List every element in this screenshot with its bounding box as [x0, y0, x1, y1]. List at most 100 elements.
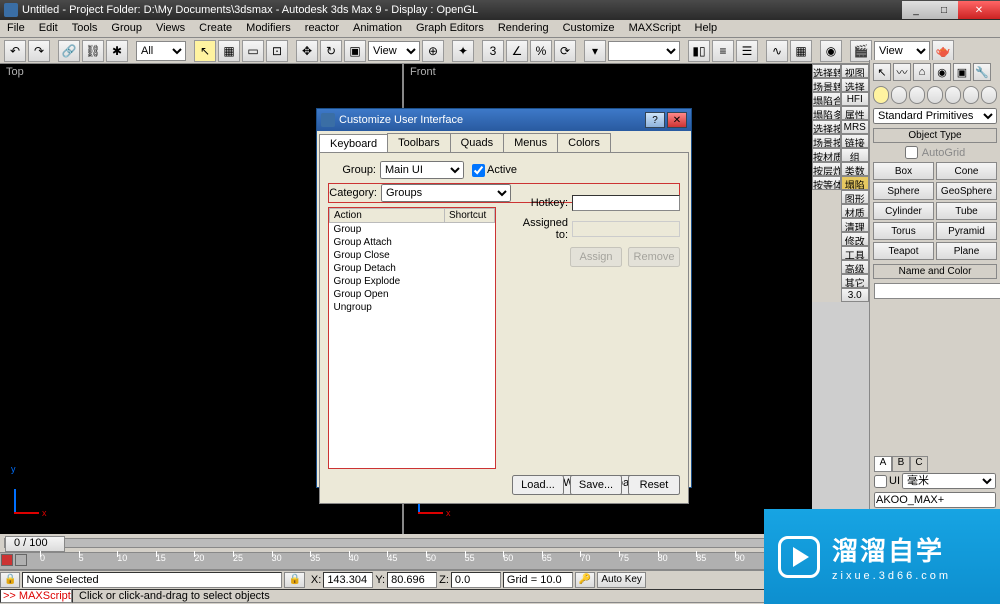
systems-icon[interactable] — [981, 86, 997, 104]
col-action[interactable]: Action — [330, 209, 445, 223]
cn-btn[interactable]: 类数 — [841, 162, 870, 176]
menu-edit[interactable]: Edit — [32, 20, 65, 37]
cn-btn[interactable]: 材质 — [841, 204, 870, 218]
menu-modifiers[interactable]: Modifiers — [239, 20, 298, 37]
list-item[interactable]: Group Open — [330, 288, 445, 301]
material-editor-icon[interactable]: ◉ — [820, 40, 842, 62]
snap-icon[interactable]: 3 — [482, 40, 504, 62]
shapes-icon[interactable] — [891, 86, 907, 104]
link-icon[interactable]: 🔗 — [58, 40, 80, 62]
undo-icon[interactable]: ↶ — [4, 40, 26, 62]
menu-create[interactable]: Create — [192, 20, 239, 37]
cn-btn[interactable]: HFI — [841, 92, 870, 106]
time-slider[interactable]: 0 / 100 — [0, 534, 812, 552]
cn-btn[interactable]: 属性 — [841, 106, 870, 120]
menu-group[interactable]: Group — [104, 20, 149, 37]
cn-btn[interactable]: 塌陷多维 — [812, 106, 841, 120]
geometry-icon[interactable] — [873, 86, 889, 104]
spinner-snap-icon[interactable]: ⟳ — [554, 40, 576, 62]
menu-help[interactable]: Help — [688, 20, 725, 37]
menu-maxscript[interactable]: MAXScript — [622, 20, 688, 37]
cn-btn[interactable]: 清理 — [841, 218, 870, 232]
tab-a[interactable]: A — [874, 456, 892, 472]
hierarchy-tab-icon[interactable]: ⌂ — [913, 63, 931, 81]
ui-checkbox[interactable] — [874, 475, 887, 488]
rollout-name-color[interactable]: Name and Color — [873, 264, 997, 279]
group-select[interactable]: Main UI — [380, 161, 464, 179]
rollout-object-type[interactable]: Object Type — [873, 128, 997, 143]
z-value[interactable]: 0.0 — [451, 572, 501, 588]
cn-btn[interactable]: 视图 — [841, 64, 870, 78]
type-torus[interactable]: Torus — [873, 222, 934, 240]
motion-tab-icon[interactable]: ◉ — [933, 63, 951, 81]
quick-render-icon[interactable]: 🫖 — [932, 40, 954, 62]
type-geosphere[interactable]: GeoSphere — [936, 182, 997, 200]
align-icon[interactable]: ≡ — [712, 40, 734, 62]
menu-customize[interactable]: Customize — [556, 20, 622, 37]
cn-btn[interactable]: 场景按组 — [812, 134, 841, 148]
display-tab-icon[interactable]: ▣ — [953, 63, 971, 81]
key-mode-icon[interactable]: 🔑 — [575, 572, 595, 588]
render-scene-icon[interactable]: 🎬 — [850, 40, 872, 62]
cameras-icon[interactable] — [927, 86, 943, 104]
cn-btn[interactable]: 塌陷合并 — [812, 92, 841, 106]
category-select[interactable]: Groups — [381, 184, 511, 202]
list-item[interactable]: Group Close — [330, 249, 445, 262]
reset-button[interactable]: Reset — [628, 475, 680, 495]
cn-btn[interactable]: 选择按材 — [812, 120, 841, 134]
menu-views[interactable]: Views — [149, 20, 192, 37]
create-tab-icon[interactable]: ↖ — [873, 63, 891, 81]
cn-btn[interactable]: 选择 — [841, 78, 870, 92]
layers-icon[interactable]: ☰ — [736, 40, 758, 62]
unlink-icon[interactable]: ⛓ — [82, 40, 104, 62]
menu-reactor[interactable]: reactor — [298, 20, 346, 37]
tab-quads[interactable]: Quads — [450, 133, 504, 152]
angle-snap-icon[interactable]: ∠ — [506, 40, 528, 62]
hotkey-input[interactable] — [572, 195, 680, 211]
list-item[interactable]: Group Attach — [330, 236, 445, 249]
transform-lock-icon[interactable]: 🔒 — [284, 572, 304, 588]
active-checkbox[interactable] — [472, 164, 485, 177]
col-shortcut[interactable]: Shortcut — [445, 209, 495, 223]
list-item[interactable]: Group — [330, 223, 445, 237]
named-sel-combo[interactable] — [608, 41, 680, 61]
x-value[interactable]: 143.304 — [323, 572, 373, 588]
type-teapot[interactable]: Teapot — [873, 242, 934, 260]
save-button[interactable]: Save... — [570, 475, 622, 495]
autogrid-checkbox[interactable] — [905, 146, 918, 159]
named-sel-icon[interactable]: ▾ — [584, 40, 606, 62]
cn-btn[interactable]: 按等体炸 — [812, 176, 841, 190]
assign-button[interactable]: Assign — [570, 247, 622, 267]
remove-button[interactable]: Remove — [628, 247, 680, 267]
helpers-icon[interactable] — [945, 86, 961, 104]
cn-btn[interactable]: 场景转换 — [812, 78, 841, 92]
pivot-icon[interactable]: ⊕ — [422, 40, 444, 62]
cn-btn[interactable]: 修改 — [841, 232, 870, 246]
cn-btn[interactable]: 塌陷 — [841, 176, 870, 190]
type-sphere[interactable]: Sphere — [873, 182, 934, 200]
time-thumb[interactable]: 0 / 100 — [5, 536, 65, 552]
cn-btn[interactable]: 高级 — [841, 260, 870, 274]
cn-btn[interactable]: MRS — [841, 120, 870, 134]
auto-key-button[interactable]: Auto Key — [597, 572, 646, 588]
cn-btn[interactable]: 工具 — [841, 246, 870, 260]
minimize-button[interactable]: _ — [902, 1, 930, 19]
modify-tab-icon[interactable]: 〰 — [893, 63, 911, 81]
track-bar[interactable]: 0510152025303540455055606570758085909510… — [0, 552, 812, 570]
dialog-close-button[interactable]: ✕ — [667, 112, 687, 128]
script-name-input[interactable] — [874, 492, 996, 508]
cn-btn[interactable]: 图形 — [841, 190, 870, 204]
tab-toolbars[interactable]: Toolbars — [387, 133, 451, 152]
render-view-combo[interactable]: View — [874, 41, 930, 61]
menu-graph-editors[interactable]: Graph Editors — [409, 20, 491, 37]
list-item[interactable]: Group Detach — [330, 262, 445, 275]
dialog-title-bar[interactable]: Customize User Interface ? ✕ — [317, 109, 691, 131]
maxscript-prompt[interactable]: >> MAXScript — [0, 589, 72, 603]
subcategory-dropdown[interactable]: Standard Primitives — [873, 108, 997, 124]
type-tube[interactable]: Tube — [936, 202, 997, 220]
type-plane[interactable]: Plane — [936, 242, 997, 260]
redo-icon[interactable]: ↷ — [28, 40, 50, 62]
list-item[interactable]: Ungroup — [330, 301, 445, 314]
menu-animation[interactable]: Animation — [346, 20, 409, 37]
cn-btn[interactable]: 其它 — [841, 274, 870, 288]
